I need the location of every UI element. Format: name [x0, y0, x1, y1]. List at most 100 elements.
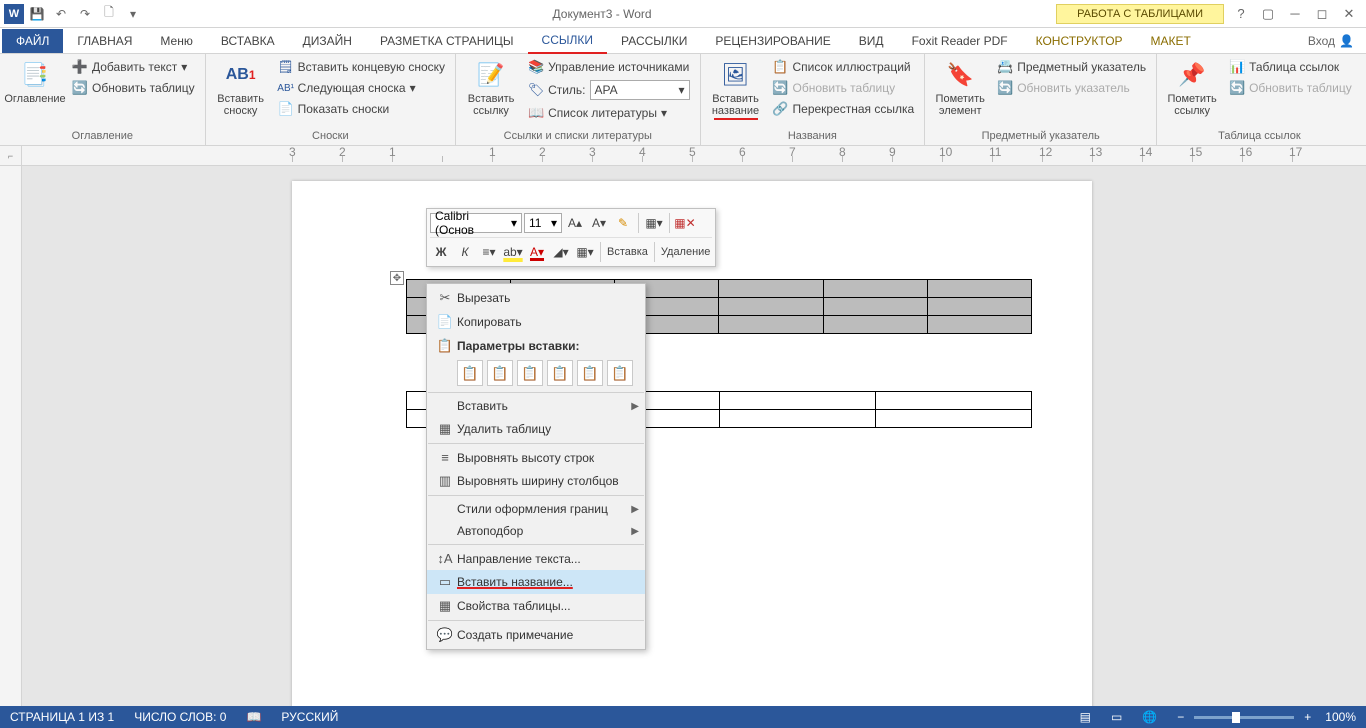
qat-customize-icon[interactable]: ▾	[122, 3, 144, 25]
mark-index-entry-button[interactable]: 🔖 Пометить элемент	[931, 57, 989, 119]
ctx-autofit[interactable]: Автоподбор▶	[427, 520, 645, 542]
ctx-distribute-rows[interactable]: ≡Выровнять высоту строк	[427, 446, 645, 469]
status-page[interactable]: СТРАНИЦА 1 ИЗ 1	[6, 710, 118, 724]
props-icon: ▦	[433, 598, 457, 614]
table-of-figures-button[interactable]: 📋Список иллюстраций	[769, 57, 919, 77]
caption-icon: ▭	[433, 574, 457, 590]
update-toc-button[interactable]: 🔄Обновить таблицу	[68, 78, 199, 98]
ctx-cut[interactable]: ✂Вырезать	[427, 286, 645, 310]
help-icon[interactable]: ?	[1228, 3, 1254, 25]
insert-toa-button[interactable]: 📊Таблица ссылок	[1225, 57, 1356, 77]
bibliography-button[interactable]: 📖Список литературы▾	[524, 103, 693, 123]
table-insert-icon[interactable]: ▦▾	[643, 212, 665, 234]
update-index-button[interactable]: 🔄Обновить указатель	[993, 78, 1150, 98]
view-print-layout-icon[interactable]: ▤	[1076, 710, 1095, 724]
status-proofing-icon[interactable]: 📖	[242, 710, 265, 724]
zoom-out-button[interactable]: −	[1173, 710, 1188, 724]
tab-view[interactable]: ВИД	[845, 29, 898, 53]
tab-page-layout[interactable]: РАЗМЕТКА СТРАНИЦЫ	[366, 29, 528, 53]
grow-font-icon[interactable]: A▴	[564, 212, 586, 234]
ctx-distribute-cols[interactable]: ▥Выровнять ширину столбцов	[427, 469, 645, 493]
update-toa-button[interactable]: 🔄Обновить таблицу	[1225, 78, 1356, 98]
ctx-table-properties[interactable]: ▦Свойства таблицы...	[427, 594, 645, 618]
tab-tabletools-layout[interactable]: МАКЕТ	[1137, 29, 1205, 53]
ctx-copy[interactable]: 📄Копировать	[427, 310, 645, 334]
ctx-insert[interactable]: Вставить▶	[427, 395, 645, 417]
mark-citation-button[interactable]: 📌 Пометить ссылку	[1163, 57, 1221, 119]
vertical-ruler[interactable]	[0, 166, 22, 706]
paste-text-only-icon[interactable]: 📋	[607, 360, 633, 386]
tab-insert[interactable]: ВСТАВКА	[207, 29, 289, 53]
insert-endnote-button[interactable]: 🗒Вставить концевую сноску	[274, 57, 449, 77]
toc-button[interactable]: 📑 Оглавление	[6, 57, 64, 107]
show-notes-button[interactable]: 📄Показать сноски	[274, 99, 449, 119]
group-toc: 📑 Оглавление ➕Добавить текст▾ 🔄Обновить …	[0, 54, 206, 145]
tab-review[interactable]: РЕЦЕНЗИРОВАНИЕ	[701, 29, 844, 53]
group-index: 🔖 Пометить элемент 📇Предметный указатель…	[925, 54, 1157, 145]
view-web-layout-icon[interactable]: 🌐	[1138, 710, 1161, 724]
citation-style-select[interactable]: APA▾	[590, 80, 690, 100]
crossref-icon: 🔗	[773, 101, 789, 117]
paste-merge-icon[interactable]: 📋	[487, 360, 513, 386]
font-color-icon[interactable]: A▾	[526, 241, 548, 263]
tab-foxit[interactable]: Foxit Reader PDF	[898, 29, 1022, 53]
ctx-border-styles[interactable]: Стили оформления границ▶	[427, 498, 645, 520]
mini-toolbar: Calibri (Основ▾ 11▾ A▴ A▾ ✎ ▦▾ ▦✕ Ж К ≡▾…	[426, 208, 716, 267]
save-icon[interactable]: 💾	[26, 3, 48, 25]
paste-nest-icon[interactable]: 📋	[517, 360, 543, 386]
table-move-handle[interactable]: ✥	[390, 271, 404, 285]
shrink-font-icon[interactable]: A▾	[588, 212, 610, 234]
highlight-icon[interactable]: ab▾	[502, 241, 524, 263]
shading-icon[interactable]: ◢▾	[550, 241, 572, 263]
insert-caption-button[interactable]: 🖼 Вставить название	[707, 57, 765, 122]
new-doc-icon[interactable]: 🗋	[98, 3, 120, 25]
tab-references[interactable]: ССЫЛКИ	[528, 28, 607, 54]
bold-icon[interactable]: Ж	[430, 241, 452, 263]
font-size-select[interactable]: 11▾	[524, 213, 562, 233]
ctx-insert-caption[interactable]: ▭Вставить название...	[427, 570, 645, 594]
align-icon[interactable]: ≡▾	[478, 241, 500, 263]
tab-home[interactable]: ГЛАВНАЯ	[63, 29, 146, 53]
zoom-slider[interactable]	[1194, 716, 1294, 719]
paste-keep-source-icon[interactable]: 📋	[457, 360, 483, 386]
ctx-text-direction[interactable]: ↕AНаправление текста...	[427, 547, 645, 570]
mark-cite-icon: 📌	[1176, 59, 1208, 91]
paste-link-icon[interactable]: 📋	[547, 360, 573, 386]
cross-reference-button[interactable]: 🔗Перекрестная ссылка	[769, 99, 919, 119]
insert-citation-button[interactable]: 📝 Вставить ссылку	[462, 57, 520, 119]
sources-icon: 📚	[528, 59, 544, 75]
italic-icon[interactable]: К	[454, 241, 476, 263]
zoom-level[interactable]: 100%	[1321, 710, 1360, 724]
manage-sources-button[interactable]: 📚Управление источниками	[524, 57, 693, 77]
view-read-mode-icon[interactable]: ▭	[1107, 710, 1126, 724]
insert-footnote-button[interactable]: AB1 Вставить сноску	[212, 57, 270, 119]
ribbon-display-icon[interactable]: ▢	[1255, 3, 1281, 25]
redo-icon[interactable]: ↷	[74, 3, 96, 25]
tab-tabletools-design[interactable]: КОНСТРУКТОР	[1022, 29, 1137, 53]
ctx-delete-table[interactable]: ▦Удалить таблицу	[427, 417, 645, 441]
tab-file[interactable]: ФАЙЛ	[2, 29, 63, 53]
tab-mailings[interactable]: РАССЫЛКИ	[607, 29, 701, 53]
table-delete-icon[interactable]: ▦✕	[674, 212, 696, 234]
tab-design[interactable]: ДИЗАЙН	[289, 29, 366, 53]
paste-picture-icon[interactable]: 📋	[577, 360, 603, 386]
insert-index-button[interactable]: 📇Предметный указатель	[993, 57, 1150, 77]
undo-icon[interactable]: ↶	[50, 3, 72, 25]
minimize-icon[interactable]: ─	[1282, 3, 1308, 25]
sign-in[interactable]: Вход👤	[1298, 29, 1364, 53]
borders-icon[interactable]: ▦▾	[574, 241, 596, 263]
update-figures-button[interactable]: 🔄Обновить таблицу	[769, 78, 919, 98]
ctx-new-comment[interactable]: 💬Создать примечание	[427, 623, 645, 647]
next-footnote-button[interactable]: AB¹Следующая сноска▾	[274, 78, 449, 98]
status-wordcount[interactable]: ЧИСЛО СЛОВ: 0	[130, 710, 230, 724]
group-footnotes: AB1 Вставить сноску 🗒Вставить концевую с…	[206, 54, 456, 145]
close-icon[interactable]: ✕	[1336, 3, 1362, 25]
tab-menu[interactable]: Меню	[146, 29, 206, 53]
zoom-in-button[interactable]: +	[1300, 710, 1315, 724]
font-family-select[interactable]: Calibri (Основ▾	[430, 213, 522, 233]
horizontal-ruler[interactable]: 321 12 345 678 91011 121314 151617	[22, 146, 1366, 166]
maximize-icon[interactable]: ◻	[1309, 3, 1335, 25]
status-language[interactable]: РУССКИЙ	[277, 710, 342, 724]
add-text-button[interactable]: ➕Добавить текст▾	[68, 57, 199, 77]
format-painter-icon[interactable]: ✎	[612, 212, 634, 234]
